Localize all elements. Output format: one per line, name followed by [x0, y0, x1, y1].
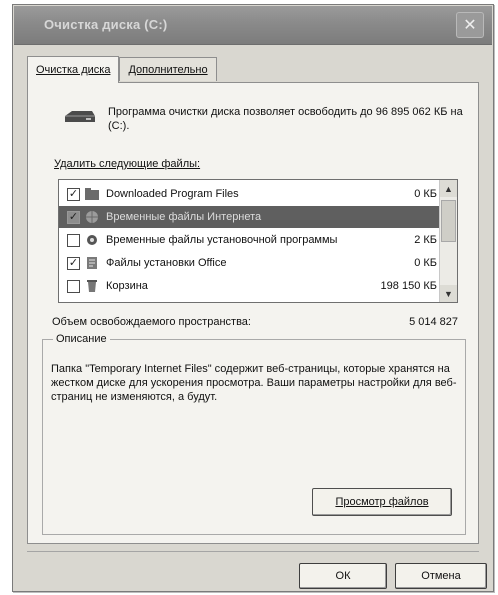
item-label: Корзина: [106, 280, 148, 292]
list-item[interactable]: Временные файлы установочной программы 2…: [59, 229, 441, 251]
space-info-text: Программа очистки диска позволяет освобо…: [108, 106, 463, 132]
tab-panel: Программа очистки диска позволяет освобо…: [27, 82, 479, 544]
list-item[interactable]: ✓ Файлы установки Office 0 КБ: [59, 252, 441, 274]
scroll-up-arrow[interactable]: ▲: [440, 180, 457, 197]
footer-divider: [27, 551, 479, 552]
drive-icon: [65, 111, 95, 122]
window-title: Очистка диска (C:): [44, 17, 168, 32]
recycle-bin-icon: [87, 280, 97, 292]
folder-icon: [85, 188, 99, 200]
ok-button[interactable]: ОК: [299, 563, 387, 589]
gear-icon: [87, 235, 97, 245]
item-checkbox[interactable]: ✓: [67, 256, 80, 270]
scroll-thumb[interactable]: [441, 200, 456, 242]
list-item[interactable]: Корзина 198 150 КБ: [59, 275, 441, 297]
scroll-down-arrow[interactable]: ▼: [440, 285, 457, 302]
item-label: Downloaded Program Files: [106, 188, 239, 200]
item-label: Временные файлы Интернета: [106, 211, 262, 223]
disk-cleanup-window: Очистка диска (C:) ✕ Очистка диска Допол…: [12, 4, 494, 592]
description-text: Папка "Temporary Internet Files" содержи…: [51, 363, 457, 403]
item-size: 2 КБ: [414, 234, 437, 246]
item-checkbox[interactable]: ✓: [67, 187, 80, 201]
office-icon: [87, 257, 97, 269]
files-to-delete-label: Удалить следующие файлы:: [54, 158, 201, 170]
total-space-label: Объем освобождаемого пространства:: [52, 316, 251, 328]
item-size: 198 150 КБ: [380, 280, 437, 292]
title-bar[interactable]: Очистка диска (C:) ✕: [14, 6, 492, 45]
close-button[interactable]: ✕: [456, 12, 484, 38]
view-files-button[interactable]: Просмотр файлов: [312, 488, 452, 516]
list-item[interactable]: ✓ Временные файлы Интернета: [59, 206, 441, 228]
item-checkbox[interactable]: [67, 279, 80, 293]
item-checkbox[interactable]: [67, 233, 80, 247]
tab-more-options[interactable]: Дополнительно: [119, 57, 217, 81]
total-space-value: 5 014 827: [409, 316, 458, 328]
cancel-button[interactable]: Отмена: [395, 563, 487, 589]
item-size: 0 КБ: [414, 188, 437, 200]
item-label: Файлы установки Office: [106, 257, 227, 269]
list-item[interactable]: ✓ Downloaded Program Files 0 КБ: [59, 183, 441, 205]
item-label: Временные файлы установочной программы: [106, 234, 338, 246]
item-checkbox[interactable]: ✓: [67, 210, 80, 224]
tab-strip: Очистка диска Дополнительно: [27, 56, 217, 83]
close-icon: ✕: [463, 17, 477, 34]
description-legend: Описание: [53, 333, 110, 345]
item-size: 0 КБ: [414, 257, 437, 269]
tab-disk-cleanup[interactable]: Очистка диска: [27, 56, 120, 83]
list-scrollbar[interactable]: ▲ ▼: [439, 180, 457, 302]
files-list[interactable]: ✓ Downloaded Program Files 0 КБ ✓ Времен…: [58, 179, 458, 303]
globe-icon: [86, 211, 98, 223]
